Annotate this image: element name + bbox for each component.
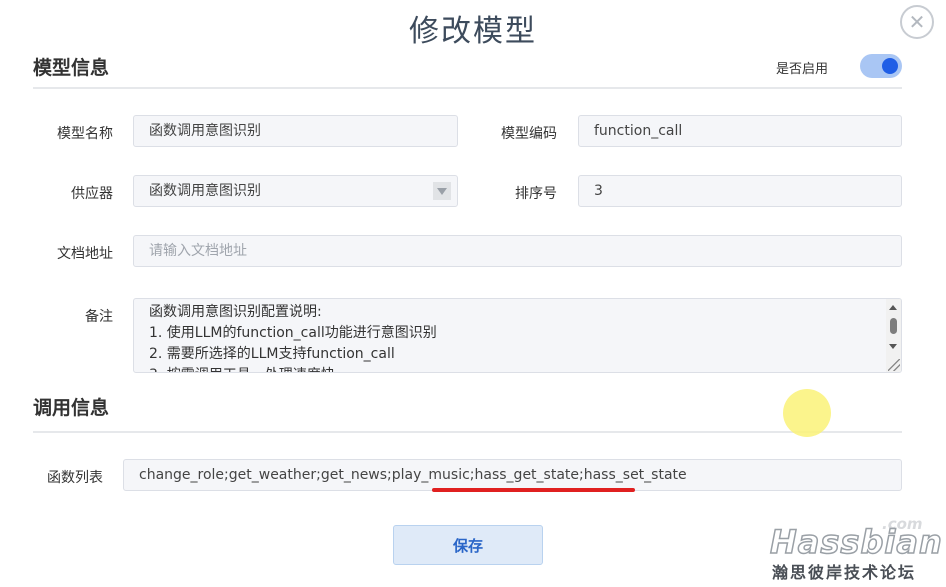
model-name-label: 模型名称 (57, 126, 113, 142)
chevron-down-icon (437, 187, 447, 195)
provider-value: 函数调用意图识别 (149, 183, 261, 199)
remark-label: 备注 (85, 309, 113, 325)
cursor-indicator (783, 389, 831, 437)
section-title-call-info: 调用信息 (33, 397, 110, 419)
function-list-label: 函数列表 (47, 470, 103, 486)
watermark-brand: Hassbian (769, 522, 943, 562)
doc-url-label: 文档地址 (57, 246, 113, 262)
remark-line: 3. 按需调用工具，处理速度快 (149, 365, 437, 372)
watermark-subtitle: 瀚思彼岸技术论坛 (772, 563, 917, 582)
provider-select[interactable]: 函数调用意图识别 (133, 175, 458, 207)
sort-label: 排序号 (515, 186, 557, 202)
close-icon: ✕ (908, 10, 926, 34)
section-divider (33, 87, 902, 89)
section-divider (33, 431, 902, 433)
enabled-toggle[interactable] (860, 54, 902, 78)
save-button[interactable]: 保存 (393, 525, 543, 565)
model-name-input[interactable]: 函数调用意图识别 (133, 115, 458, 147)
provider-label: 供应器 (71, 186, 113, 202)
model-code-input[interactable]: function_call (578, 115, 902, 147)
select-arrow[interactable] (433, 182, 451, 200)
sort-input[interactable]: 3 (578, 175, 902, 207)
remark-textarea[interactable]: 函数调用意图识别配置说明: 1. 使用LLM的function_call功能进行… (133, 298, 902, 373)
remark-line: 1. 使用LLM的function_call功能进行意图识别 (149, 325, 437, 341)
section-title-model-info: 模型信息 (33, 57, 110, 79)
scroll-up-icon[interactable] (889, 305, 897, 310)
toggle-knob (882, 58, 898, 74)
scroll-thumb[interactable] (890, 318, 897, 334)
enabled-label: 是否启用 (776, 62, 829, 77)
dialog-title: 修改模型 (409, 14, 537, 49)
doc-url-input[interactable]: 请输入文档地址 (133, 235, 902, 267)
remark-line: 函数调用意图识别配置说明: (149, 304, 322, 320)
watermark: .com Hassbian 瀚思彼岸技术论坛 (769, 515, 943, 585)
scroll-down-icon[interactable] (889, 344, 897, 349)
model-code-label: 模型编码 (501, 126, 557, 142)
resize-grip-icon[interactable] (888, 359, 900, 371)
remark-line: 2. 需要所选择的LLM支持function_call (149, 346, 395, 362)
function-list-input[interactable]: change_role;get_weather;get_news;play_mu… (123, 459, 902, 491)
highlight-underline (432, 488, 635, 492)
close-button[interactable]: ✕ (900, 5, 934, 39)
